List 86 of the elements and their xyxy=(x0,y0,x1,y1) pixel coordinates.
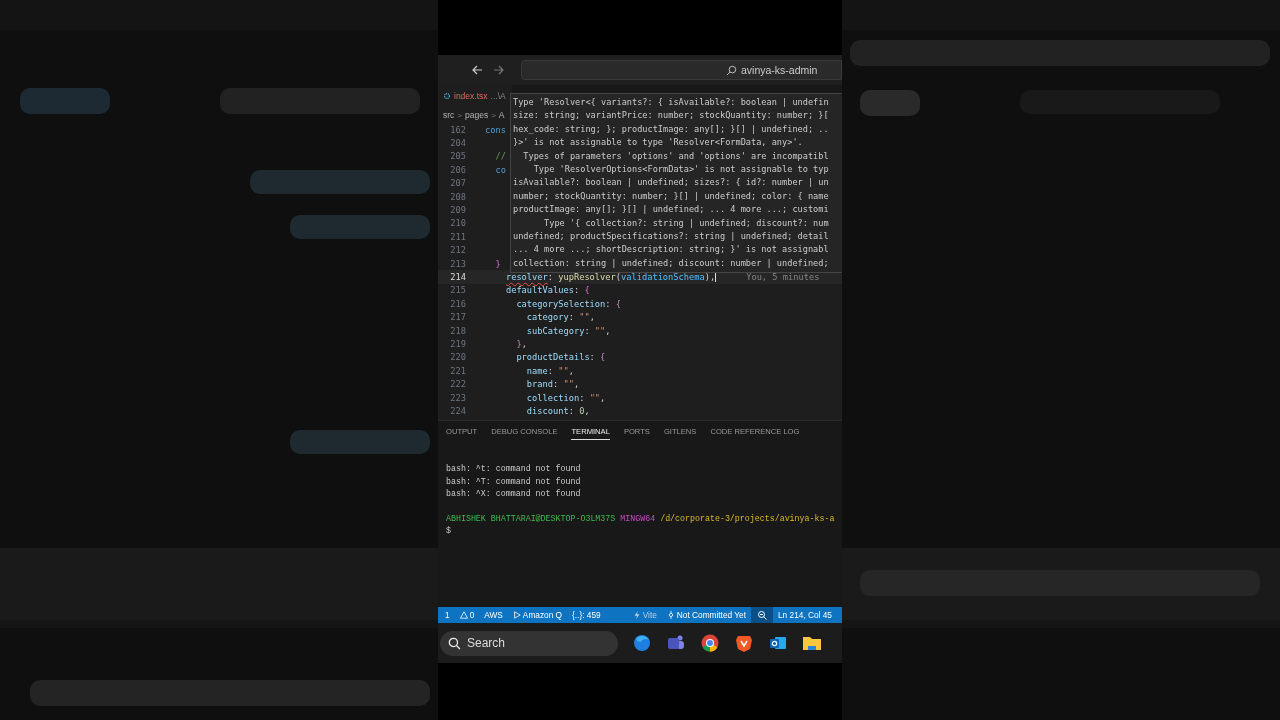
tooltip-text: isAvailable?: boolean | undefined; sizes?: { id?: number | un xyxy=(513,176,830,190)
status-item[interactable]: 0 xyxy=(454,610,480,620)
tooltip-text: Type 'ResolverOptions<FormData>' is not assignable to typ xyxy=(532,162,830,176)
terminal-line: bash: ^t: command not found xyxy=(446,463,582,475)
prompt-symbol: $ xyxy=(446,526,451,535)
line-number: 221 xyxy=(449,365,466,376)
tooltip-text: Type '{ collection?: string | undefined; discount?: num xyxy=(543,216,830,230)
code-text: category: "", xyxy=(525,312,595,323)
line-number: 223 xyxy=(449,392,466,403)
status-item[interactable]: Amazon Q xyxy=(507,610,568,620)
code-text: defaultValues: { xyxy=(504,285,590,296)
tooltip-text: collection: string | undefined; discount: number | undefined; xyxy=(513,256,830,270)
breadcrumb-item[interactable]: src xyxy=(443,110,455,120)
play-icon xyxy=(512,611,521,619)
tooltip-text: ... 4 more ...; shortDescription: string; }' is not assignabl xyxy=(513,243,830,257)
browser-icon[interactable] xyxy=(632,633,652,653)
line-number: 215 xyxy=(449,285,466,296)
status-item[interactable]: Not Committed Yet xyxy=(661,610,751,620)
tooltip-text: }>' is not assignable to type 'Resolver<FormData, any>'. xyxy=(513,136,804,150)
tooltip-text: productImage: any[]; }[] | undefined; ... 4 more ...; customi xyxy=(513,203,830,217)
code-text: collection: "", xyxy=(525,392,606,403)
code-text: } xyxy=(494,258,501,269)
code-text: resolver: yupResolver(validationSchema), xyxy=(504,271,717,283)
tooltip-text: Type 'Resolver<{ variants?: { isAvailable?: boolean | undefin xyxy=(513,96,830,109)
commit-icon xyxy=(666,611,675,619)
code-text: co xyxy=(494,164,506,175)
line-number: 204 xyxy=(449,138,466,149)
forward-arrow-icon[interactable] xyxy=(493,64,505,76)
tooltip-text: undefined; productSpecifications?: string | undefined; detail xyxy=(513,229,830,243)
prompt-user: ABHISHEK BHATTARAI@DESKTOP-O3LM37S xyxy=(446,512,616,525)
line-number: 219 xyxy=(449,338,466,349)
code-text: brand: "", xyxy=(525,379,580,390)
command-search-field[interactable]: avinya-ks-admin xyxy=(521,60,842,80)
line-number: 162 xyxy=(449,124,466,135)
tab-file-path: ...\A xyxy=(490,91,506,101)
line-number: 205 xyxy=(449,151,466,162)
warning-icon xyxy=(459,611,468,619)
chrome-icon[interactable] xyxy=(700,633,720,653)
terminal-line: bash: ^T: command not found xyxy=(446,475,582,488)
status-item[interactable]: {..}: 459 xyxy=(567,610,606,620)
line-number: 210 xyxy=(449,218,466,229)
status-item[interactable]: AWS xyxy=(479,610,508,620)
shield-icon[interactable] xyxy=(734,633,754,653)
line-number: 208 xyxy=(449,191,466,202)
code-text: subCategory: "", xyxy=(525,325,611,336)
code-text: productDetails: { xyxy=(515,352,606,363)
line-number: 218 xyxy=(449,325,466,336)
prompt-shell: MINGW64 xyxy=(620,512,656,525)
line-number: 217 xyxy=(449,312,466,323)
line-number: 214 xyxy=(449,272,466,282)
cursor-position[interactable]: Ln 214, Col 45 xyxy=(773,610,832,620)
line-number: 224 xyxy=(449,405,466,416)
tooltip-text: hex_code: string; }; productImage: any[]; }[] | undefined; .. xyxy=(513,122,830,136)
line-number: 206 xyxy=(449,164,466,175)
tab-file-name: index.tsx xyxy=(454,91,488,101)
line-number: 212 xyxy=(449,245,466,256)
code-text: discount: 0, xyxy=(525,405,590,416)
zoom-icon[interactable] xyxy=(751,607,773,623)
breadcrumb-separator: > xyxy=(457,110,462,120)
tooltip-text: size: string; variantPrice: number; stockQuantity: number; }[ xyxy=(513,109,830,123)
line-number: 216 xyxy=(449,298,466,309)
status-item[interactable]: 1 xyxy=(440,610,455,620)
search-icon xyxy=(726,64,737,76)
breadcrumb-separator: > xyxy=(491,110,496,120)
gear-icon xyxy=(443,92,451,100)
prompt-path: /d/corporate-3/projects/avinya-ks-a xyxy=(660,512,835,525)
line-number: 213 xyxy=(449,258,466,269)
code-text: cons xyxy=(485,124,506,135)
taskbar-search-field[interactable]: Search xyxy=(440,630,618,656)
breadcrumb-item[interactable]: pages xyxy=(465,110,489,120)
tooltip-text: Types of parameters 'options' and 'options' are incompatibl xyxy=(522,149,830,163)
code-text: name: "", xyxy=(525,365,574,376)
line-number: 222 xyxy=(449,379,466,390)
line-number: 220 xyxy=(449,352,466,363)
editor-tab[interactable]: index.tsx ...\A xyxy=(438,85,512,107)
line-number: 209 xyxy=(449,205,466,216)
tooltip-text: number; stockQuantity: number; }[] | undefined; color: { name xyxy=(513,189,830,203)
line-number: 207 xyxy=(449,178,466,189)
code-text: // xyxy=(494,151,506,162)
line-number: 211 xyxy=(449,231,466,242)
terminal-line: bash: ^X: command not found xyxy=(446,488,582,500)
blame-annotation: You, 5 minutes xyxy=(746,272,820,282)
breadcrumb-item[interactable]: A xyxy=(498,110,505,120)
code-text: categorySelection: { xyxy=(515,298,621,309)
code-text: }, xyxy=(515,338,527,349)
back-arrow-icon[interactable] xyxy=(471,64,483,76)
